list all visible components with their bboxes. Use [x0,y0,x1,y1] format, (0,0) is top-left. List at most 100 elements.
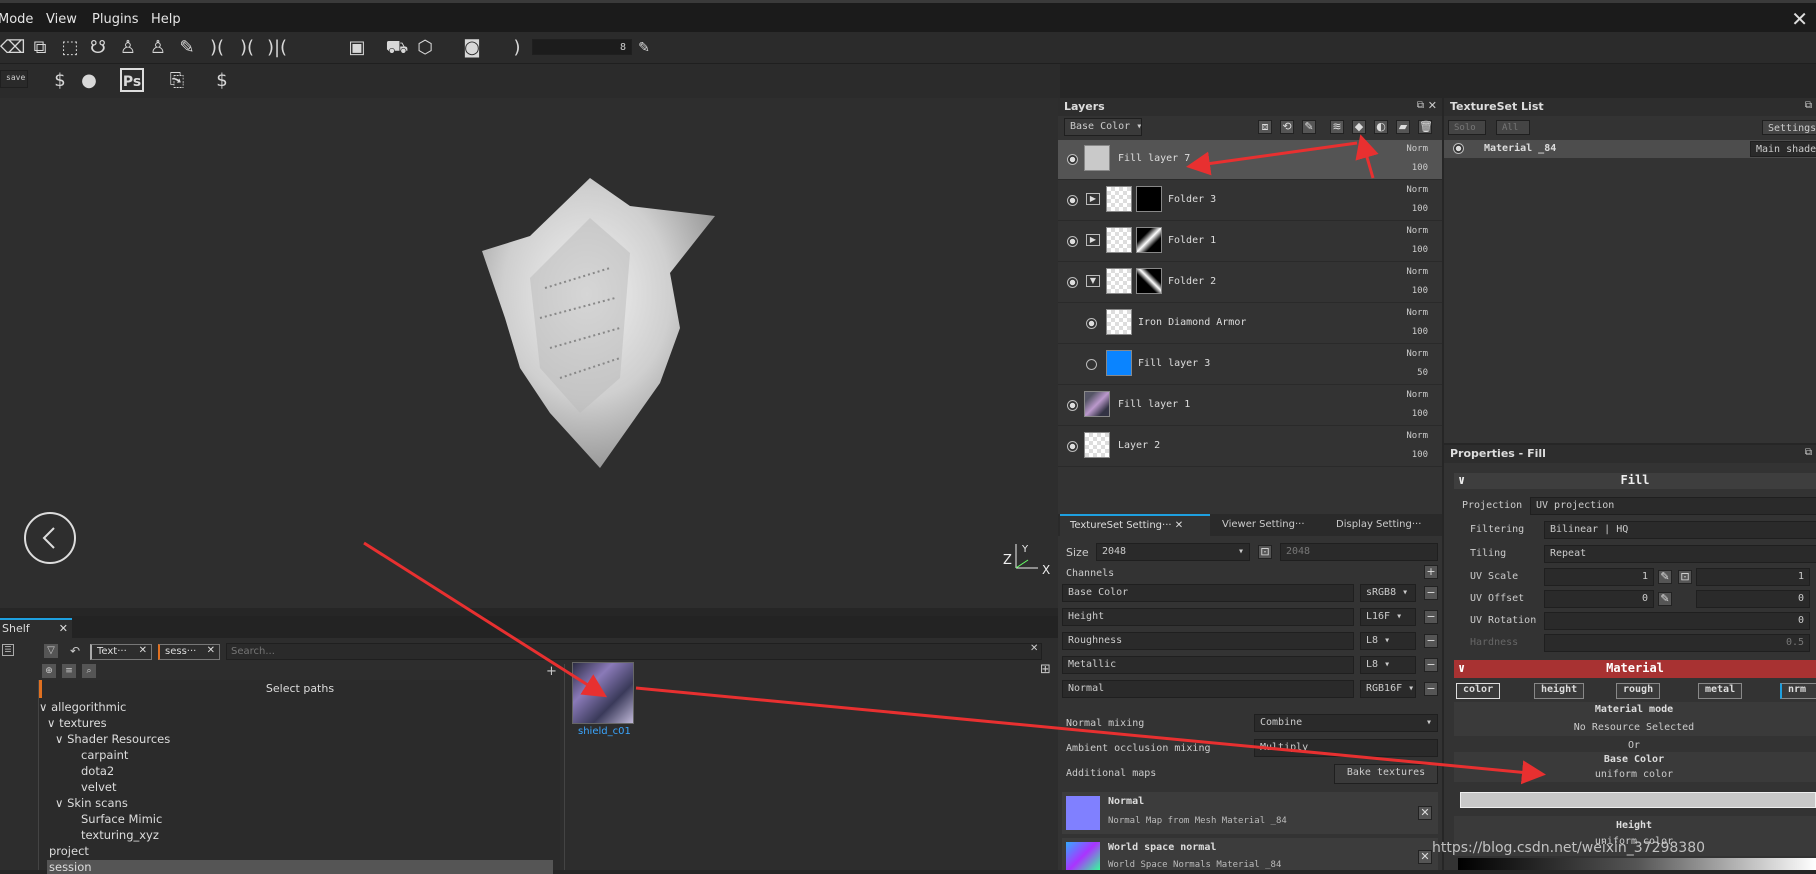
tab-viewer-settings[interactable]: Viewer Setting··· [1214,517,1313,532]
size-dropdown[interactable]: 2048 ▾ [1096,543,1250,561]
filtering-dropdown[interactable]: Bilinear | HQ [1544,521,1816,539]
layer-row[interactable]: ▶ Folder 3 Norm 100 [1058,181,1442,221]
screenshot-icon[interactable]: ◙ [460,36,484,60]
layer-row[interactable]: ▼ Folder 2 Norm 100 [1058,263,1442,303]
layer-blend[interactable]: Norm [1406,144,1428,154]
mat-tab-metal[interactable]: metal [1698,683,1743,699]
add-channel-icon[interactable]: + [1424,565,1438,579]
edit-icon[interactable]: ✎ [1658,570,1672,584]
tree-item[interactable]: ∨ Shader Resources [55,732,170,746]
visibility-eye-icon[interactable] [1453,143,1464,154]
layer-opacity[interactable]: 100 [1412,163,1428,173]
folder-expand-icon[interactable]: ▶ [1086,234,1100,246]
paint-brush-icon[interactable]: ✎ [175,36,199,60]
material-section-header[interactable]: ∨ Material [1454,660,1816,678]
brush-size-field[interactable]: 8 [532,39,632,55]
channel-format-dropdown[interactable]: L8 ▾ [1360,656,1416,674]
visibility-eye-icon[interactable] [1067,195,1078,206]
3d-viewport[interactable]: Z Y X [0,98,1058,608]
layer-row[interactable]: Fill layer 3 Norm 50 [1058,345,1442,385]
layer-blend[interactable]: Norm [1406,349,1428,359]
tab-close-icon[interactable]: ✕ [59,622,68,635]
add-smart-material-icon[interactable]: ◐ [1374,120,1388,134]
tree-item[interactable]: texturing_xyz [81,828,159,842]
list-icon[interactable]: ≡ [62,664,76,678]
visibility-eye-off-icon[interactable] [1086,359,1097,370]
bake-textures-button[interactable]: Bake textures [1334,764,1438,784]
remove-channel-icon[interactable]: − [1424,634,1438,648]
ao-mixing-dropdown[interactable]: Multiply [1254,739,1438,757]
view-mode-icon[interactable]: ⊞ [1040,662,1051,677]
layer-blend[interactable]: Norm [1406,185,1428,195]
symmetry-icon[interactable]: )( [205,36,229,60]
sphere-icon[interactable]: ● [77,69,101,93]
base-color-swatch[interactable] [1460,792,1816,808]
shelf-splitter[interactable] [564,664,565,870]
add-fill-layer-icon[interactable]: ◆ [1352,120,1366,134]
channel-dropdown[interactable]: Base Color ▾ [1064,118,1142,136]
settings-button[interactable]: Settings [1762,120,1816,135]
textureset-row[interactable]: Material _84 Main shade [1444,140,1816,158]
channel-format-dropdown[interactable]: sRGB8 ▾ [1360,584,1416,602]
menu-help[interactable]: Help [151,12,181,27]
add-folder-icon[interactable]: ⊕ [42,664,56,678]
paint-layer-icon[interactable]: ✎ [1302,120,1316,134]
filter-chip-session[interactable]: sess··· ✕ [158,644,220,660]
smudge-icon[interactable]: ☋ [86,36,110,60]
remove-channel-icon[interactable]: − [1424,658,1438,672]
remove-channel-icon[interactable]: − [1424,610,1438,624]
tree-item[interactable]: ∨ textures [47,716,107,730]
uv-view-icon[interactable]: ▣ [345,36,369,60]
projection-dropdown[interactable]: UV projection [1530,497,1816,515]
layer-row[interactable]: Layer 2 Norm 100 [1058,427,1442,467]
tree-item[interactable]: Surface Mimic [81,812,162,826]
add-effect-icon[interactable]: ⟲ [1280,120,1294,134]
layer-row[interactable]: Iron Diamond Armor Norm 100 [1058,304,1442,344]
layer-blend[interactable]: Norm [1406,390,1428,400]
collapse-icon[interactable]: ∨ [1458,661,1465,675]
layer-stack-icon[interactable]: ≋ [1330,120,1344,134]
layer-opacity[interactable]: 100 [1412,327,1428,337]
substance-share-icon[interactable]: $ [210,69,234,93]
symmetry-y-icon[interactable]: )|( [265,36,289,60]
menu-plugins[interactable]: Plugins [92,12,139,27]
remove-channel-icon[interactable]: − [1424,586,1438,600]
visibility-eye-icon[interactable] [1067,154,1078,165]
panel-close-icon[interactable]: ✕ [1428,99,1437,112]
folder-open-icon[interactable]: ▼ [1086,275,1100,287]
shield-asset-thumbnail[interactable] [572,662,634,724]
tiling-dropdown[interactable]: Repeat [1544,545,1816,563]
asset-name[interactable]: shield_c01 [578,726,631,737]
visibility-eye-icon[interactable] [1067,236,1078,247]
visibility-eye-icon[interactable] [1067,441,1078,452]
uv-scale-slider[interactable]: 1 [1544,568,1654,586]
collapse-icon[interactable]: ∨ [1458,473,1465,487]
tree-item[interactable]: dota2 [81,764,114,778]
visibility-eye-icon[interactable] [1086,318,1097,329]
save-field[interactable]: save [0,70,28,88]
tab-shelf[interactable]: Shelf ✕ [0,618,72,638]
uv-offset-slider-v[interactable]: 0 [1696,590,1810,608]
tree-item[interactable]: project [49,844,89,858]
uv-rotation-slider[interactable]: 0 [1544,612,1810,630]
undock-icon[interactable]: ⧉ [1417,100,1424,111]
projection-icon[interactable]: ⧉ [28,36,52,60]
fill-section-header[interactable]: ∨ Fill [1454,473,1816,489]
tab-display-settings[interactable]: Display Setting··· [1328,517,1429,532]
undock-icon[interactable]: ⧉ [1805,447,1812,458]
layer-row[interactable]: Fill layer 7 Norm 100 [1058,140,1442,180]
uv-offset-slider[interactable]: 0 [1544,590,1654,608]
lock-icon[interactable]: ⊡ [1258,545,1272,559]
tree-item[interactable]: ∨ allegorithmic [39,700,126,714]
folder-expand-icon[interactable]: ▶ [1086,193,1100,205]
tree-item[interactable]: ∨ Skin scans [55,796,128,810]
remove-map-icon[interactable]: ✕ [1418,806,1432,820]
layer-opacity[interactable]: 50 [1417,368,1428,378]
layer-opacity[interactable]: 100 [1412,245,1428,255]
cube-icon[interactable]: ⬡ [413,36,437,60]
mat-tab-rough[interactable]: rough [1616,683,1661,699]
photoshop-icon[interactable]: Ps [120,68,144,92]
layer-row[interactable]: ▶ Folder 1 Norm 100 [1058,222,1442,262]
shader-dropdown[interactable]: Main shade [1750,141,1816,157]
menu-view[interactable]: View [46,12,77,27]
